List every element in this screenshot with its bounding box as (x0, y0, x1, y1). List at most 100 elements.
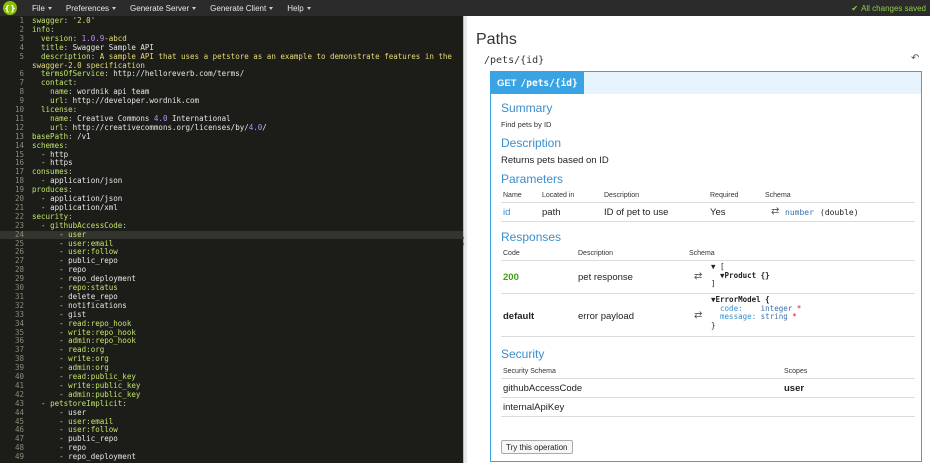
line-number: 49 (14, 452, 24, 462)
expand-arrows-icon[interactable]: ⇄ (771, 206, 779, 217)
operation-path: /pets/{id} (520, 77, 578, 89)
code-token: url (50, 122, 64, 132)
editor-line[interactable]: 13 basePath: /v1 (0, 131, 463, 142)
divider (501, 378, 915, 379)
code-token: repo_deployment (68, 274, 136, 284)
menu-generate-client[interactable]: Generate Client (203, 4, 280, 13)
summary-text: Find pets by ID (501, 120, 552, 129)
operation-tag[interactable]: GET /pets/{id} (491, 72, 584, 94)
code-token: : (63, 122, 73, 132)
description-heading: Description (501, 136, 562, 150)
jump-to-source-icon[interactable]: ↶ (911, 53, 919, 64)
code-token: : (50, 24, 55, 34)
code-token: : (104, 69, 114, 79)
code-token: swagger-2.0 specification (32, 60, 145, 70)
menu-file[interactable]: File (25, 4, 59, 13)
code-token: user:email (68, 238, 114, 248)
divider (501, 260, 915, 261)
code-token: : (68, 211, 73, 221)
code-token: - (32, 194, 51, 203)
code-token: : (122, 220, 127, 230)
code-token: - (32, 274, 69, 284)
sec-col-schema: Security Schema (503, 368, 556, 375)
code-token: write:public_key (68, 380, 141, 390)
path-name: /pets/{id} (484, 55, 545, 66)
response-code: 200 (503, 272, 519, 283)
code-token: security (32, 211, 69, 221)
code-token: basePath (32, 131, 69, 141)
caret-down-icon (269, 6, 274, 10)
code-token: repo_deployment (68, 452, 136, 462)
try-operation-button[interactable]: Try this operation (501, 440, 573, 454)
code-token: : (63, 96, 73, 106)
code-token: repo (68, 443, 87, 453)
resp-col-schema: Schema (689, 250, 715, 257)
code-token: - (32, 452, 69, 462)
param-schema-type: number (785, 208, 814, 217)
code-token: - (32, 176, 51, 186)
caret-down-icon (306, 6, 311, 10)
code-token: - (32, 407, 69, 417)
code-token: url (50, 96, 64, 106)
editor-line[interactable]: 14 schemes: (0, 140, 463, 151)
menu-generate-server[interactable]: Generate Server (123, 4, 203, 13)
code-token: : (72, 105, 78, 114)
code-token: : (68, 87, 78, 97)
caret-down-icon (112, 6, 117, 10)
operation-header[interactable]: GET /pets/{id} (491, 72, 921, 94)
code-token: - (32, 300, 69, 310)
code-token: contact (41, 78, 73, 88)
code-token: schemes (32, 140, 64, 150)
collapse-arrows-icon[interactable]: › ‹ (462, 235, 465, 248)
main-menu: File Preferences Generate Server Generat… (25, 4, 318, 13)
editor-line[interactable]: 49 - repo_deployment (0, 452, 463, 462)
yaml-editor[interactable]: 1 swagger: '2.0' 2 info: 3 version: 1.0.9-ab… (0, 16, 463, 463)
security-schema: githubAccessCode (503, 383, 583, 394)
divider (501, 416, 915, 417)
line-number: 5 (19, 51, 24, 61)
code-token: : (63, 42, 73, 52)
save-status: ✔ All changes saved (851, 3, 926, 13)
code-token: A sample API that uses a petstore as an … (99, 51, 452, 61)
code-token: wordnik api team (77, 87, 150, 97)
code-token: version (41, 33, 73, 43)
expand-arrows-icon[interactable]: ⇄ (694, 271, 702, 282)
code-token: - (32, 416, 69, 426)
response-description: error payload (578, 311, 634, 322)
menu-preferences[interactable]: Preferences (59, 4, 123, 13)
code-token: application/xml (50, 202, 118, 212)
product-schema[interactable]: ▼ [ ▼Product {} ] (711, 262, 770, 289)
code-token: - (32, 247, 69, 257)
code-token: public_repo (68, 256, 118, 266)
divider (501, 397, 915, 398)
code-token: - (32, 354, 69, 364)
caret-down-icon (47, 6, 52, 10)
editor-line[interactable]: 1 swagger: '2.0' (0, 16, 463, 26)
expand-arrows-icon[interactable]: ⇄ (694, 310, 702, 321)
resp-col-description: Description (578, 250, 614, 257)
param-schema-format: (double) (820, 208, 859, 217)
code-token: user:follow (68, 247, 118, 257)
code-token: : (63, 16, 73, 25)
code-token: http://creativecommons.org/licenses/by/ (72, 122, 249, 132)
code-token: user (68, 407, 87, 417)
menu-help[interactable]: Help (280, 4, 317, 13)
code-token: http://developer.wordnik.com (72, 96, 200, 106)
code-token: 1.0.9 (81, 33, 105, 43)
param-col-located: Located in (542, 192, 575, 199)
line-code: - repo_deployment (32, 452, 136, 462)
resp-col-code: Code (503, 250, 520, 257)
code-token: consumes (32, 167, 69, 177)
code-token: /v1 (77, 131, 91, 141)
code-token: - (32, 238, 69, 248)
code-token: delete_repo (68, 291, 118, 301)
caret-down-icon (192, 6, 197, 10)
code-token: - (32, 345, 69, 355)
error-model-schema[interactable]: ▼ErrorModel { code: integer * message: s… (711, 295, 801, 330)
code-token: : (90, 51, 100, 61)
